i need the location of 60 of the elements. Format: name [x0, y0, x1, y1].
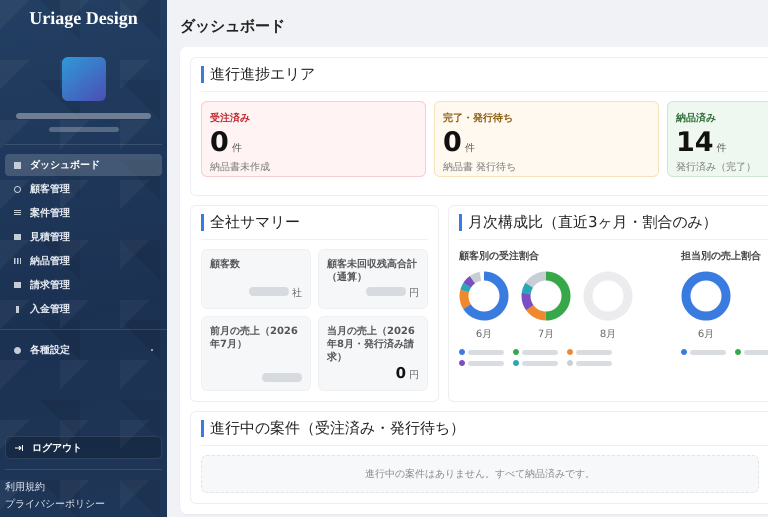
section-title: 全社サマリー	[201, 214, 300, 231]
unit-label: 件	[716, 142, 727, 155]
month-label: 6月	[698, 328, 714, 341]
blurred-text	[249, 287, 289, 296]
donut-chart	[681, 271, 731, 321]
donut-chart	[521, 271, 571, 321]
unit-label: 円	[409, 287, 419, 300]
unit-label: 社	[292, 286, 302, 300]
tile-label: 顧客数	[210, 258, 241, 271]
sidebar-item[interactable]: 見積管理	[5, 226, 162, 248]
tile-label: 前月の売上（2026年7月）	[210, 325, 299, 351]
status-note: 発行済み（完了）	[676, 160, 757, 174]
app-logo: Uriage Design	[29, 8, 138, 29]
blurred-text	[48, 127, 118, 132]
tile-value: 0	[396, 364, 406, 382]
count-value: 14	[676, 128, 714, 158]
logout-button[interactable]: ログアウト	[5, 436, 162, 459]
sidebar-item[interactable]: 納品管理	[5, 250, 162, 272]
page-title: ダッシュボード	[180, 17, 286, 36]
columns-icon	[14, 258, 21, 264]
status-label: 納品済み	[676, 111, 717, 125]
blurred-text	[262, 373, 302, 382]
month-label: 8月	[600, 328, 616, 341]
empty-message: 進行中の案件はありません。すべて納品済みです。	[201, 455, 759, 493]
section-title: 月次構成比（直近3ヶ月・割合のみ）	[459, 214, 718, 231]
month-label: 7月	[538, 328, 554, 341]
section-title: 進行中の案件（受注済み・発行待ち）	[201, 420, 465, 437]
logout-icon	[15, 444, 23, 450]
tile-label: 当月の売上（2026年8月・発行済み請求）	[327, 325, 416, 364]
section-title: 進行進捗エリア	[201, 66, 315, 83]
unit-label: 円	[409, 369, 419, 382]
sidebar-item[interactable]: 入金管理	[5, 298, 162, 320]
status-label: 完了・発行待ち	[443, 111, 514, 125]
bar-icon	[16, 306, 19, 312]
chart-title: 担当別の売上割合	[681, 250, 762, 263]
square-icon	[14, 282, 21, 288]
count-value: 0	[443, 128, 462, 158]
count-value: 0	[210, 128, 229, 158]
footer-link[interactable]: 利用規約	[5, 480, 45, 494]
donut-chart	[459, 271, 509, 321]
tile-label: 顧客未回収残高合計（通算）	[327, 258, 418, 284]
sidebar-item[interactable]: 請求管理	[5, 274, 162, 296]
unit-label: 件	[464, 142, 475, 155]
profile-image-placeholder	[62, 57, 106, 101]
status-note: 納品書 発行待ち	[443, 160, 518, 174]
sidebar-item[interactable]: ダッシュボード	[5, 154, 162, 176]
grid-icon	[14, 162, 21, 168]
sidebar-item[interactable]: 案件管理	[5, 202, 162, 224]
status-label: 受注済み	[210, 111, 251, 125]
sidebar-item[interactable]: 顧客管理	[5, 178, 162, 200]
sidebar-item[interactable]: 各種設定	[5, 339, 162, 361]
unit-label: 件	[232, 142, 242, 155]
list-icon	[14, 210, 21, 216]
circle-icon	[14, 186, 21, 192]
square-icon	[14, 234, 21, 240]
footer-link[interactable]: プライバシーポリシー	[5, 497, 105, 511]
status-note: 納品書未作成	[210, 160, 271, 174]
month-label: 6月	[476, 328, 492, 341]
blurred-text	[366, 287, 406, 296]
chart-title: 顧客別の受注割合	[459, 249, 540, 263]
